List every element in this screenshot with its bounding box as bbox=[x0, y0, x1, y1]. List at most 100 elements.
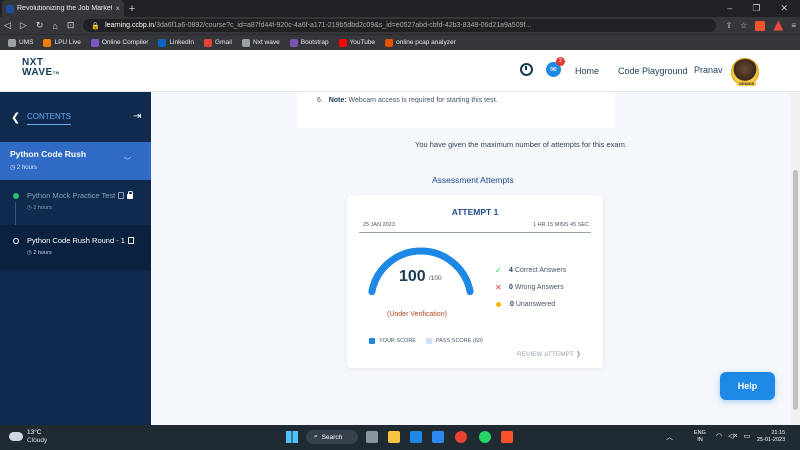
clock-icon: ◷ bbox=[27, 205, 32, 211]
chrome-icon[interactable] bbox=[455, 431, 467, 443]
legend-swatch bbox=[425, 338, 432, 344]
max-attempts-message: You have given the maximum number of att… bbox=[415, 140, 627, 149]
brave-rewards-icon[interactable] bbox=[773, 20, 784, 31]
lock-icon bbox=[127, 191, 134, 199]
attempt-duration: 1 HR 15 MINS 45 SEC bbox=[533, 222, 589, 228]
wifi-icon[interactable]: ◠ bbox=[716, 432, 722, 440]
legend-pass-score: PASS SCORE (60) bbox=[425, 338, 483, 344]
brave-shield-icon[interactable] bbox=[755, 20, 766, 31]
clock-icon: ◷ bbox=[27, 250, 32, 256]
bookmark-item[interactable]: Nxt wave bbox=[242, 38, 280, 47]
bookmark-item[interactable]: Bootstrap bbox=[289, 38, 329, 47]
lock-icon: 🔒 bbox=[91, 22, 101, 30]
maximize-button[interactable]: ❐ bbox=[752, 3, 760, 14]
stat-wrong: ✕ 0 Wrong Answers bbox=[495, 283, 564, 292]
nav-home-link[interactable]: Home bbox=[575, 66, 599, 76]
window-controls: – ❐ ✕ bbox=[727, 3, 800, 14]
new-tab-button[interactable]: + bbox=[124, 3, 140, 15]
url-path: /3da6f1a6-0892/course?c_id=a87fd44f-920c… bbox=[154, 22, 532, 29]
bookmark-favicon-icon bbox=[289, 38, 298, 47]
sidebar-item-time: ◷ 2 hours bbox=[27, 250, 52, 256]
taskbar-search[interactable]: ⌕ Search bbox=[306, 430, 358, 444]
speaker-icon[interactable]: ◁× bbox=[728, 432, 737, 440]
bookmark-favicon-icon bbox=[338, 38, 347, 47]
assessment-attempts-title: Assessment Attempts bbox=[432, 175, 514, 185]
menu-icon[interactable]: ≡ bbox=[791, 21, 796, 30]
stat-unanswered: 0 Unanswered bbox=[495, 296, 566, 313]
browser-tab[interactable]: Revolutionizing the Job Market | × bbox=[2, 0, 124, 17]
sidebar-item-label: Python Code Rush Round - 1 bbox=[27, 236, 134, 245]
nxtwave-logo[interactable]: NXT WAVETM bbox=[22, 58, 60, 78]
attempt-date: 25 JAN 2023 bbox=[363, 222, 395, 228]
bookmark-favicon-icon bbox=[8, 38, 16, 47]
file-explorer-icon[interactable] bbox=[388, 431, 400, 443]
user-name[interactable]: Pranav bbox=[694, 65, 723, 75]
minimize-button[interactable]: – bbox=[727, 3, 732, 14]
tray-icons: ◠ ◁× ▭ bbox=[716, 432, 750, 440]
bookmark-label: LPU Live bbox=[54, 39, 81, 46]
bookmark-item[interactable]: online pcap analyzer bbox=[385, 38, 456, 47]
main-content: 6. Note: Webcam access is required for s… bbox=[151, 92, 791, 425]
bookmark-item[interactable]: Online Compiler bbox=[90, 38, 149, 47]
url-field[interactable]: 🔒 learning.ccbp.in/3da6f1a6-0892/course?… bbox=[83, 19, 717, 32]
language-indicator[interactable]: ENG IN bbox=[694, 430, 706, 444]
chevron-up-icon[interactable]: ︿ bbox=[666, 432, 673, 442]
app-l-icon[interactable] bbox=[410, 431, 422, 443]
app-header: NXT WAVETM ✉ 2 Home Code Playground Pran… bbox=[0, 50, 800, 92]
bookmark-favicon-icon bbox=[204, 38, 213, 47]
back-icon[interactable]: ◁ bbox=[4, 20, 11, 31]
bookmark-label: Online Compiler bbox=[101, 39, 149, 46]
score-legend: YOUR SCORE PASS SCORE (60) bbox=[369, 338, 483, 344]
bookmark-item[interactable]: UMS bbox=[8, 38, 33, 47]
bookmark-item[interactable]: Gmail bbox=[204, 38, 232, 47]
notification-badge: 2 bbox=[556, 57, 565, 66]
bookmark-favicon-icon bbox=[90, 38, 99, 47]
tab-close-icon[interactable]: × bbox=[115, 4, 120, 13]
tab-title: Revolutionizing the Job Market | bbox=[17, 5, 113, 12]
task-view-icon[interactable] bbox=[366, 431, 378, 443]
dot-icon bbox=[496, 302, 501, 307]
bookmark-favicon-icon bbox=[43, 38, 52, 47]
chevron-right-icon: ❯ bbox=[575, 351, 582, 358]
weather-temperature: 13°C bbox=[27, 429, 42, 436]
bookmark-label: Nxt wave bbox=[253, 39, 280, 46]
brave-icon[interactable] bbox=[501, 431, 513, 443]
bookmarks-bar: UMS LPU Live Online Compiler LinkedIn Gmail N… bbox=[0, 34, 800, 50]
close-window-button[interactable]: ✕ bbox=[780, 3, 788, 14]
bookmark-item[interactable]: LinkedIn bbox=[158, 38, 194, 47]
nav-code-playground-link[interactable]: Code Playground bbox=[618, 66, 688, 76]
current-status-icon bbox=[13, 238, 19, 244]
bookmark-item[interactable]: LPU Live bbox=[43, 38, 81, 47]
sidebar-item-python-code-rush-round-1[interactable]: Python Code Rush Round - 1 ◷ 2 hours bbox=[0, 225, 151, 270]
chevron-down-icon[interactable]: ﹀ bbox=[124, 156, 131, 166]
browser-tab-bar: Revolutionizing the Job Market | × + – ❐… bbox=[0, 0, 800, 17]
forward-icon[interactable]: ▷ bbox=[20, 20, 27, 31]
bookmark-item[interactable]: YouTube bbox=[338, 38, 375, 47]
check-icon: ✓ bbox=[495, 266, 502, 275]
whatsapp-icon[interactable] bbox=[479, 431, 491, 443]
reload-icon[interactable]: ↻ bbox=[36, 20, 44, 31]
share-icon[interactable]: ⇪ bbox=[725, 21, 732, 30]
attempt-card: ATTEMPT 1 25 JAN 2023 1 HR 15 MINS 45 SE… bbox=[347, 195, 603, 368]
scroll-thumb[interactable] bbox=[793, 170, 798, 410]
divider bbox=[359, 232, 591, 233]
sidebar-item-python-mock-practice-test[interactable]: Python Mock Practice Test ◷ 2 hours bbox=[0, 180, 151, 240]
bookmark-page-icon[interactable]: ⊡ bbox=[67, 20, 75, 31]
timer-icon[interactable] bbox=[520, 63, 533, 76]
collapse-sidebar-icon[interactable]: ⇥ bbox=[133, 111, 141, 122]
help-button[interactable]: Help bbox=[720, 372, 775, 400]
sidebar-section-python-code-rush[interactable]: Python Code Rush ◷ 2 hours ﹀ bbox=[0, 142, 151, 180]
bookmark-label: Gmail bbox=[215, 39, 232, 46]
review-attempt-button[interactable]: REVIEW ATTEMPT ❯ bbox=[517, 350, 581, 358]
note-text: Webcam access is required for starting t… bbox=[346, 97, 498, 104]
cloud-icon[interactable] bbox=[9, 432, 23, 441]
taskbar-clock[interactable]: 21:15 25-01-2023 bbox=[757, 430, 785, 444]
page-scrollbar[interactable] bbox=[791, 92, 800, 425]
star-icon[interactable]: ☆ bbox=[740, 21, 747, 30]
store-icon[interactable] bbox=[432, 431, 444, 443]
windows-start-icon[interactable] bbox=[286, 431, 298, 443]
battery-icon[interactable]: ▭ bbox=[744, 432, 751, 440]
back-chevron-icon[interactable]: ❮ bbox=[11, 111, 20, 124]
bookmark-favicon-icon bbox=[385, 38, 394, 47]
home-icon[interactable]: ⌂ bbox=[52, 21, 57, 31]
